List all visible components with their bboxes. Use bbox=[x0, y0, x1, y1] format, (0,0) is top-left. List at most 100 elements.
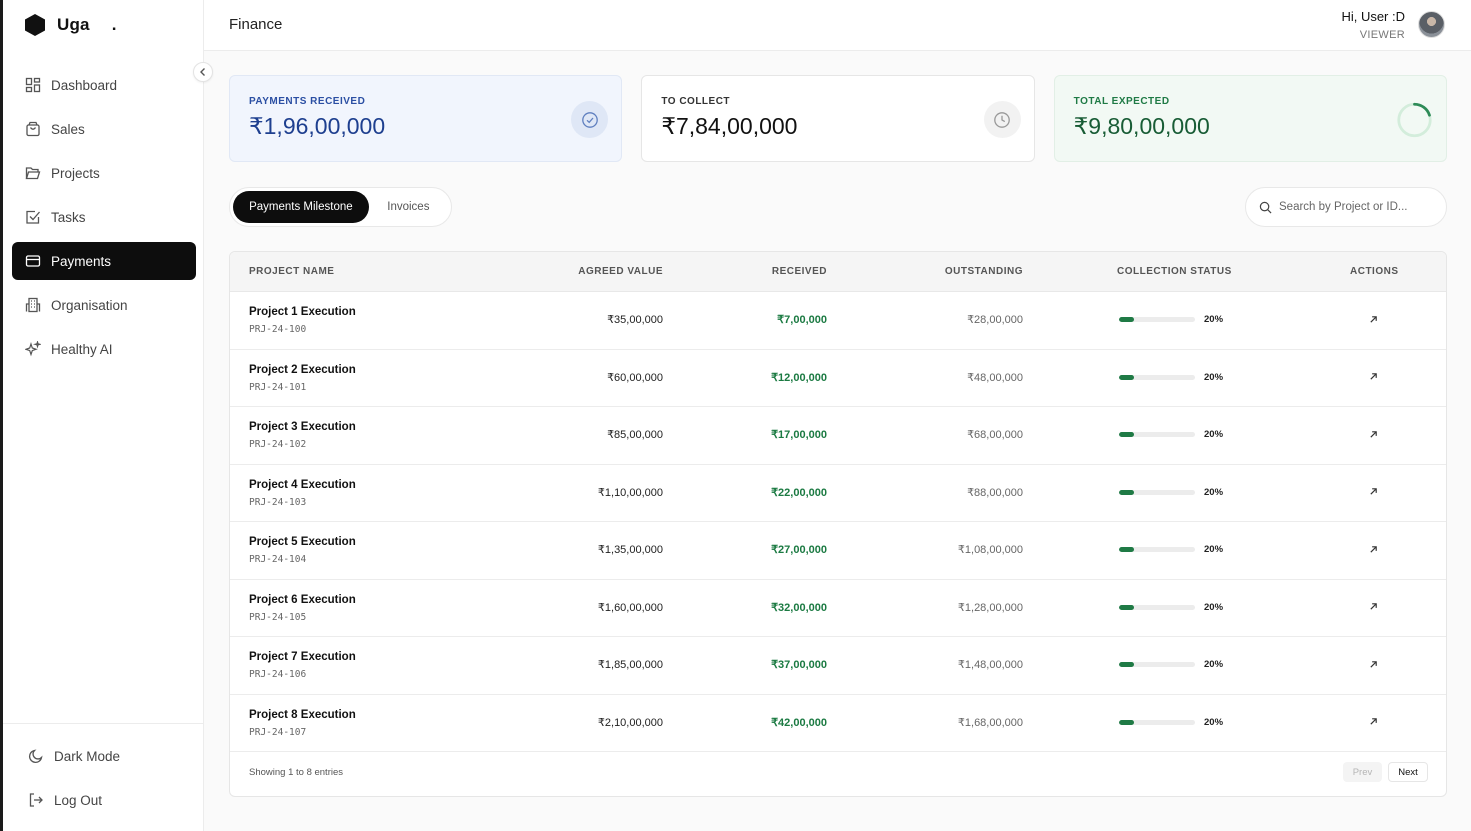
project-name[interactable]: Project 2 Execution bbox=[249, 364, 356, 376]
sidebar-item-organisation[interactable]: Organisation bbox=[12, 286, 196, 324]
sidebar-item-label: Payments bbox=[51, 253, 112, 269]
sidebar-item-label: Organisation bbox=[51, 297, 128, 313]
dark-mode-toggle[interactable]: Dark Mode bbox=[3, 734, 203, 778]
card-value: ₹1,96,00,000 bbox=[249, 113, 386, 139]
sidebar-item-healthy-ai[interactable]: Healthy AI bbox=[12, 330, 196, 368]
open-project-button[interactable] bbox=[1366, 542, 1380, 556]
progress-fill bbox=[1119, 374, 1135, 380]
project-name[interactable]: Project 5 Execution bbox=[249, 536, 356, 548]
collection-percent: 20% bbox=[1204, 429, 1224, 440]
sidebar-footer: Dark Mode Log Out bbox=[3, 723, 203, 822]
brand[interactable]: Uga . bbox=[23, 12, 116, 38]
arrow-up-right-icon bbox=[1369, 373, 1377, 380]
table-row[interactable]: Project 7 Execution PRJ-24-106 ₹1,85,00,00… bbox=[230, 637, 1446, 695]
table-row[interactable]: Project 4 Execution PRJ-24-103 ₹1,10,00,00… bbox=[230, 465, 1446, 522]
user-greeting: Hi, User :D bbox=[1341, 9, 1405, 24]
total-expected-card: TOTAL EXPECTED ₹9,80,00,000 bbox=[1053, 75, 1447, 162]
open-project-button[interactable] bbox=[1366, 370, 1380, 384]
open-project-button[interactable] bbox=[1366, 600, 1380, 614]
progress-fill bbox=[1119, 317, 1135, 322]
project-id: PRJ-24-103 bbox=[249, 496, 307, 508]
open-project-button[interactable] bbox=[1366, 312, 1380, 326]
outstanding-value: ₹28,00,000 bbox=[967, 314, 1023, 326]
tab-payments-milestone[interactable]: Payments Milestone bbox=[233, 191, 369, 223]
tab-invoices[interactable]: Invoices bbox=[369, 191, 448, 223]
search-box bbox=[1245, 187, 1447, 227]
brand-name: Uga bbox=[57, 15, 90, 34]
chevron-left-icon bbox=[200, 68, 205, 76]
to-collect-card: TO COLLECT ₹7,84,00,000 bbox=[641, 75, 1035, 162]
collection-progress-bar bbox=[1119, 317, 1195, 322]
folder-icon bbox=[25, 167, 41, 180]
sidebar-item-sales[interactable]: Sales bbox=[12, 110, 196, 148]
moon-icon bbox=[28, 749, 43, 764]
arrow-up-right-icon bbox=[1369, 718, 1377, 725]
collection-percent: 20% bbox=[1204, 601, 1224, 613]
avatar[interactable] bbox=[1418, 11, 1445, 38]
project-name[interactable]: Project 1 Execution bbox=[249, 306, 356, 318]
table-row[interactable]: Project 8 Execution PRJ-24-107 ₹2,10,00,00… bbox=[230, 695, 1446, 752]
search-input[interactable] bbox=[1279, 201, 1429, 213]
arrow-up-right-icon bbox=[1369, 315, 1377, 323]
brand-dot: . bbox=[111, 15, 117, 34]
sidebar-item-dashboard[interactable]: Dashboard bbox=[12, 66, 196, 104]
column-header-status: COLLECTION STATUS bbox=[1117, 266, 1232, 277]
sidebar-item-label: Dashboard bbox=[51, 77, 118, 93]
table-body: Project 1 Execution PRJ-24-100 ₹35,00,000 ₹… bbox=[230, 292, 1446, 752]
arrow-up-right-icon bbox=[1369, 430, 1377, 438]
agreed-value: ₹1,60,00,000 bbox=[597, 601, 663, 614]
open-project-button[interactable] bbox=[1366, 657, 1380, 671]
received-value: ₹32,00,000 bbox=[771, 601, 827, 614]
table-row[interactable]: Project 6 Execution PRJ-24-105 ₹1,60,00,00… bbox=[230, 580, 1446, 637]
stat-cards: PAYMENTS RECEIVED ₹1,96,00,000 TO COLLEC… bbox=[229, 75, 1447, 162]
collection-percent: 20% bbox=[1204, 371, 1224, 383]
open-project-button[interactable] bbox=[1366, 485, 1380, 499]
progress-fill bbox=[1119, 432, 1135, 437]
outstanding-value: ₹48,00,000 bbox=[967, 371, 1023, 384]
agreed-value: ₹1,35,00,000 bbox=[597, 544, 663, 556]
table-row[interactable]: Project 3 Execution PRJ-24-102 ₹85,00,000 ₹… bbox=[230, 407, 1446, 465]
dark-mode-label: Dark Mode bbox=[54, 748, 121, 764]
check-circle-icon bbox=[571, 101, 609, 138]
table-row[interactable]: Project 1 Execution PRJ-24-100 ₹35,00,000 ₹… bbox=[230, 292, 1446, 350]
project-id: PRJ-24-104 bbox=[249, 554, 307, 565]
table-row[interactable]: Project 2 Execution PRJ-24-101 ₹60,00,000 ₹… bbox=[230, 350, 1446, 407]
received-value: ₹27,00,000 bbox=[771, 544, 827, 556]
project-name[interactable]: Project 7 Execution bbox=[249, 651, 356, 663]
collection-progress-bar bbox=[1119, 604, 1195, 610]
user-role: VIEWER bbox=[1359, 29, 1405, 41]
progress-fill bbox=[1119, 604, 1135, 610]
sidebar-item-tasks[interactable]: Tasks bbox=[12, 198, 196, 236]
card-label: TO COLLECT bbox=[661, 96, 731, 107]
arrow-up-right-icon bbox=[1369, 545, 1377, 553]
project-name[interactable]: Project 8 Execution bbox=[249, 709, 356, 721]
log-out-label: Log Out bbox=[54, 792, 103, 808]
received-value: ₹37,00,000 bbox=[771, 659, 827, 671]
shopping-bag-icon bbox=[26, 121, 40, 137]
project-id: PRJ-24-102 bbox=[249, 439, 307, 450]
prev-page-button[interactable]: Prev bbox=[1343, 762, 1382, 782]
log-out-button[interactable]: Log Out bbox=[3, 778, 203, 822]
project-name[interactable]: Project 4 Execution bbox=[249, 479, 356, 491]
payments-table: PROJECT NAME AGREED VALUE RECEIVED OUTST… bbox=[229, 251, 1447, 797]
sidebar-item-payments[interactable]: Payments bbox=[12, 242, 196, 280]
clock-icon bbox=[983, 101, 1021, 138]
credit-card-icon bbox=[25, 255, 41, 267]
project-name[interactable]: Project 3 Execution bbox=[249, 421, 356, 433]
open-project-button[interactable] bbox=[1366, 715, 1380, 729]
table-row[interactable]: Project 5 Execution PRJ-24-104 ₹1,35,00,00… bbox=[230, 522, 1446, 580]
sidebar-item-projects[interactable]: Projects bbox=[12, 154, 196, 192]
next-page-button[interactable]: Next bbox=[1388, 762, 1428, 782]
sidebar-collapse-button[interactable] bbox=[193, 62, 213, 82]
logout-icon bbox=[29, 793, 43, 807]
sidebar-item-label: Sales bbox=[51, 121, 85, 137]
progress-fill bbox=[1119, 719, 1135, 725]
card-label: TOTAL EXPECTED bbox=[1073, 96, 1170, 107]
checkbox-icon bbox=[26, 210, 40, 224]
collection-percent: 20% bbox=[1204, 486, 1224, 498]
sidebar-item-label: Healthy AI bbox=[51, 341, 113, 357]
dashboard-icon bbox=[25, 77, 41, 93]
project-name[interactable]: Project 6 Execution bbox=[249, 594, 356, 606]
open-project-button[interactable] bbox=[1366, 427, 1380, 441]
outstanding-value: ₹88,00,000 bbox=[967, 486, 1023, 499]
